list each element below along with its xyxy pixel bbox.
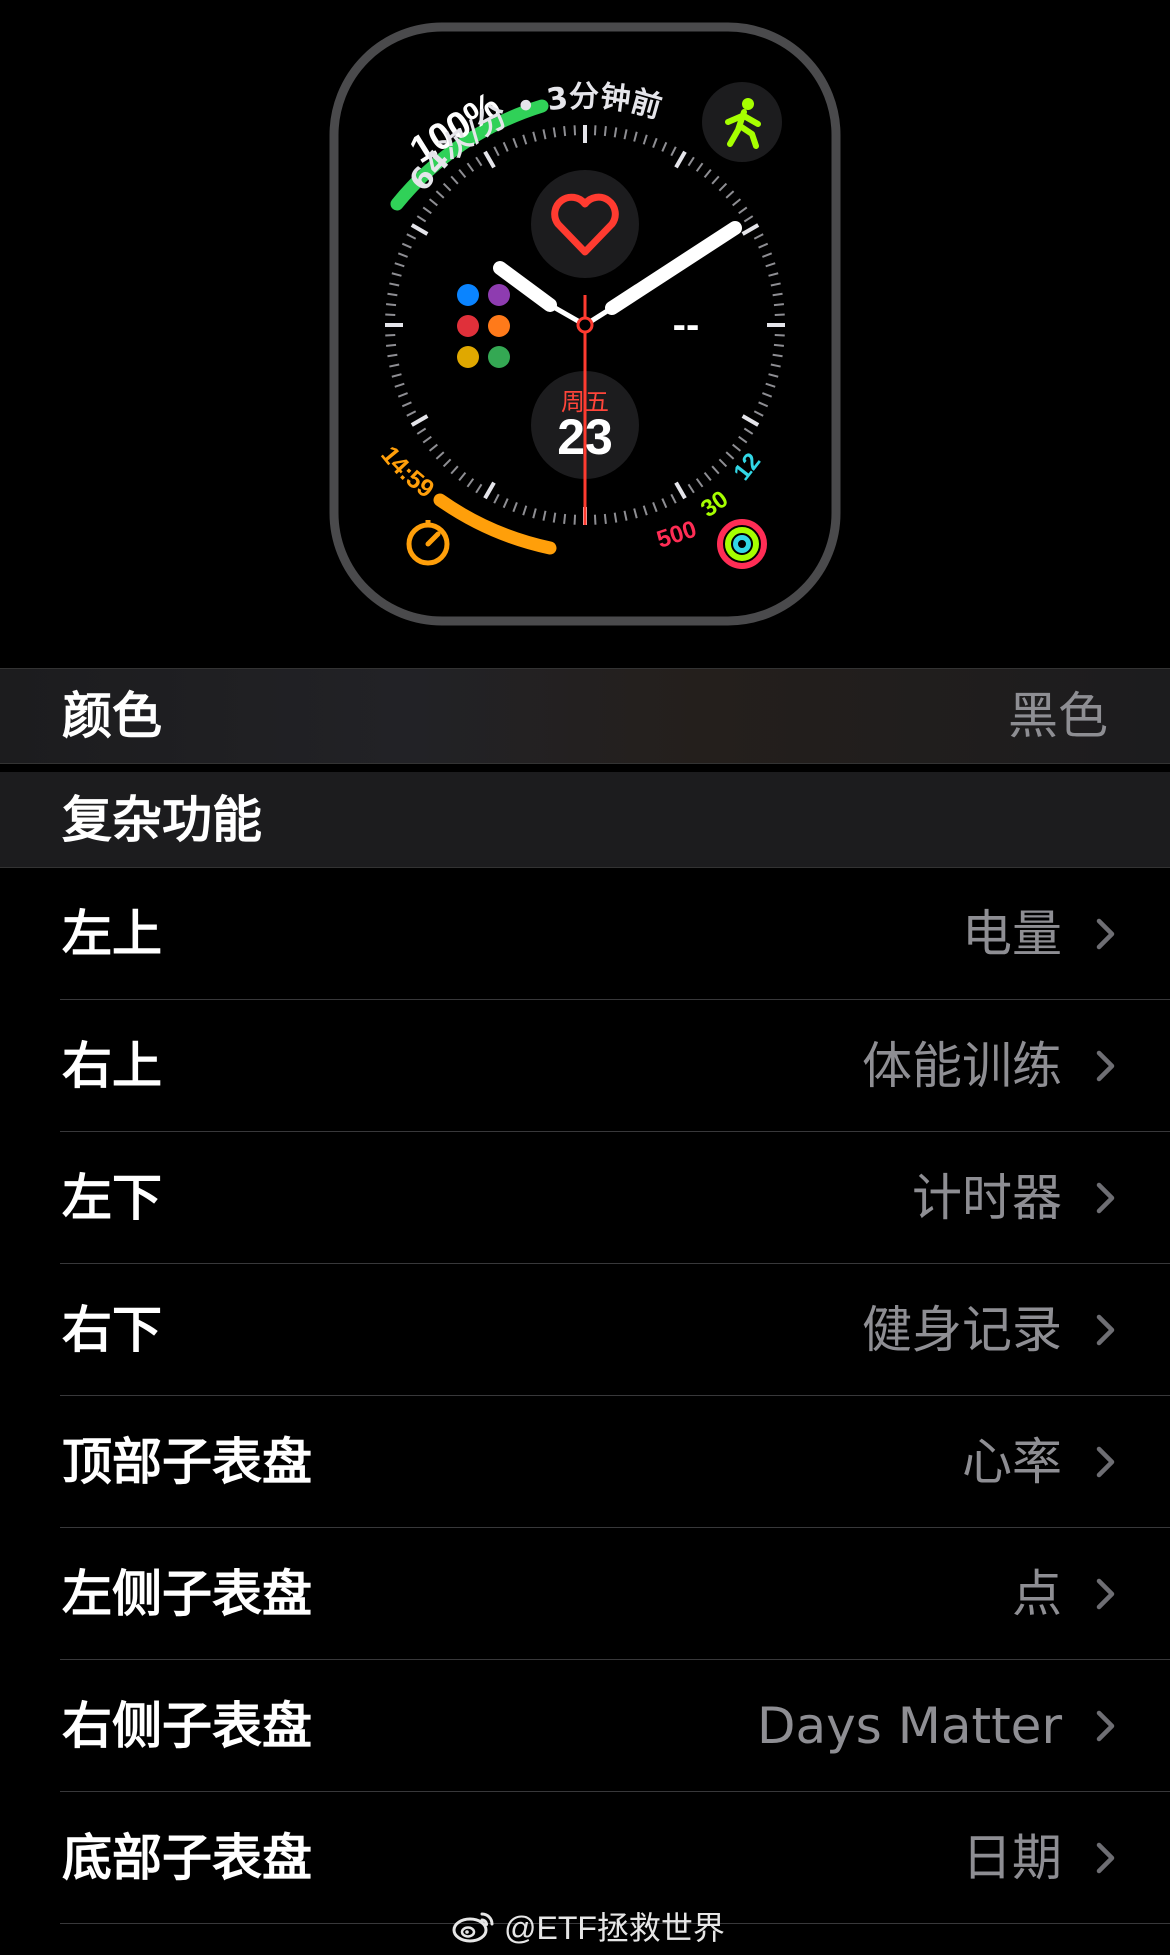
weibo-logo-icon	[452, 1912, 494, 1943]
row-label: 左下	[62, 1169, 162, 1227]
minute-tick	[773, 343, 785, 347]
minute-tick	[774, 313, 785, 317]
chevron-right-icon	[1096, 1314, 1115, 1346]
complication-row-top-subdial[interactable]: 顶部子表盘 心率	[0, 1396, 1170, 1528]
row-value: 心率	[962, 1433, 1062, 1491]
row-value: 健身记录	[862, 1301, 1062, 1359]
minute-tick	[573, 514, 577, 525]
row-value: 电量	[962, 905, 1062, 963]
chevron-right-icon	[1096, 1182, 1115, 1214]
color-setting-value: 黑色	[1008, 687, 1108, 745]
minute-tick	[773, 303, 785, 307]
complication-row-bottom-left[interactable]: 左下 计时器	[0, 1132, 1170, 1264]
complications-list: 左上 电量 右上 体能训练 左下 计时器 右下 健身记录 顶部子表盘 心率 左侧…	[0, 868, 1170, 1924]
row-label: 右下	[62, 1301, 162, 1359]
row-value: 日期	[962, 1829, 1062, 1887]
watch-face-preview: 100% 64次/分 • 3分钟前 -- 周五 23 14:59 500 30 …	[0, 0, 1170, 668]
minute-tick	[774, 333, 785, 337]
chevron-right-icon	[1096, 1842, 1115, 1874]
row-value: 体能训练	[862, 1037, 1062, 1095]
watermark-text: @ETF拯救世界	[504, 1910, 725, 1946]
complications-section-header: 复杂功能	[0, 772, 1170, 868]
complication-row-bottom-right[interactable]: 右下 健身记录	[0, 1264, 1170, 1396]
minute-tick	[563, 125, 567, 137]
minute-tick	[385, 303, 397, 307]
workout-runner-icon	[702, 82, 782, 162]
complication-row-top-right[interactable]: 右上 体能训练	[0, 1000, 1170, 1132]
minute-tick	[603, 513, 607, 525]
row-value: Days Matter	[757, 1697, 1062, 1755]
complications-header-label: 复杂功能	[62, 791, 262, 849]
color-setting-label: 颜色	[62, 687, 162, 745]
minute-tick	[385, 313, 396, 317]
complication-row-left-subdial[interactable]: 左侧子表盘 点	[0, 1528, 1170, 1660]
chevron-right-icon	[1096, 1710, 1115, 1742]
minute-tick	[573, 125, 577, 136]
chevron-right-icon	[1096, 1446, 1115, 1478]
complication-row-right-subdial[interactable]: 右侧子表盘 Days Matter	[0, 1660, 1170, 1792]
row-label: 右上	[62, 1037, 162, 1095]
row-label: 底部子表盘	[62, 1829, 312, 1887]
complication-row-top-left[interactable]: 左上 电量	[0, 868, 1170, 1000]
minute-tick	[593, 514, 597, 525]
row-label: 右侧子表盘	[62, 1697, 312, 1755]
row-label: 顶部子表盘	[62, 1433, 312, 1491]
row-label: 左侧子表盘	[62, 1565, 312, 1623]
row-value: 计时器	[912, 1169, 1062, 1227]
weibo-watermark: @ETF拯救世界	[452, 1904, 725, 1948]
color-setting-row[interactable]: 颜色 黑色	[0, 668, 1170, 764]
row-label: 左上	[62, 905, 162, 963]
minute-tick	[563, 513, 567, 525]
minute-tick	[603, 125, 607, 137]
minute-tick	[385, 333, 396, 337]
minute-tick	[385, 343, 397, 347]
heart-rate-subdial	[531, 170, 639, 278]
right-subdial-value: --	[673, 303, 700, 347]
chevron-right-icon	[1096, 1578, 1115, 1610]
row-value: 点	[1012, 1565, 1062, 1623]
minute-tick	[593, 125, 597, 136]
chevron-right-icon	[1096, 1050, 1115, 1082]
chevron-right-icon	[1096, 918, 1115, 950]
